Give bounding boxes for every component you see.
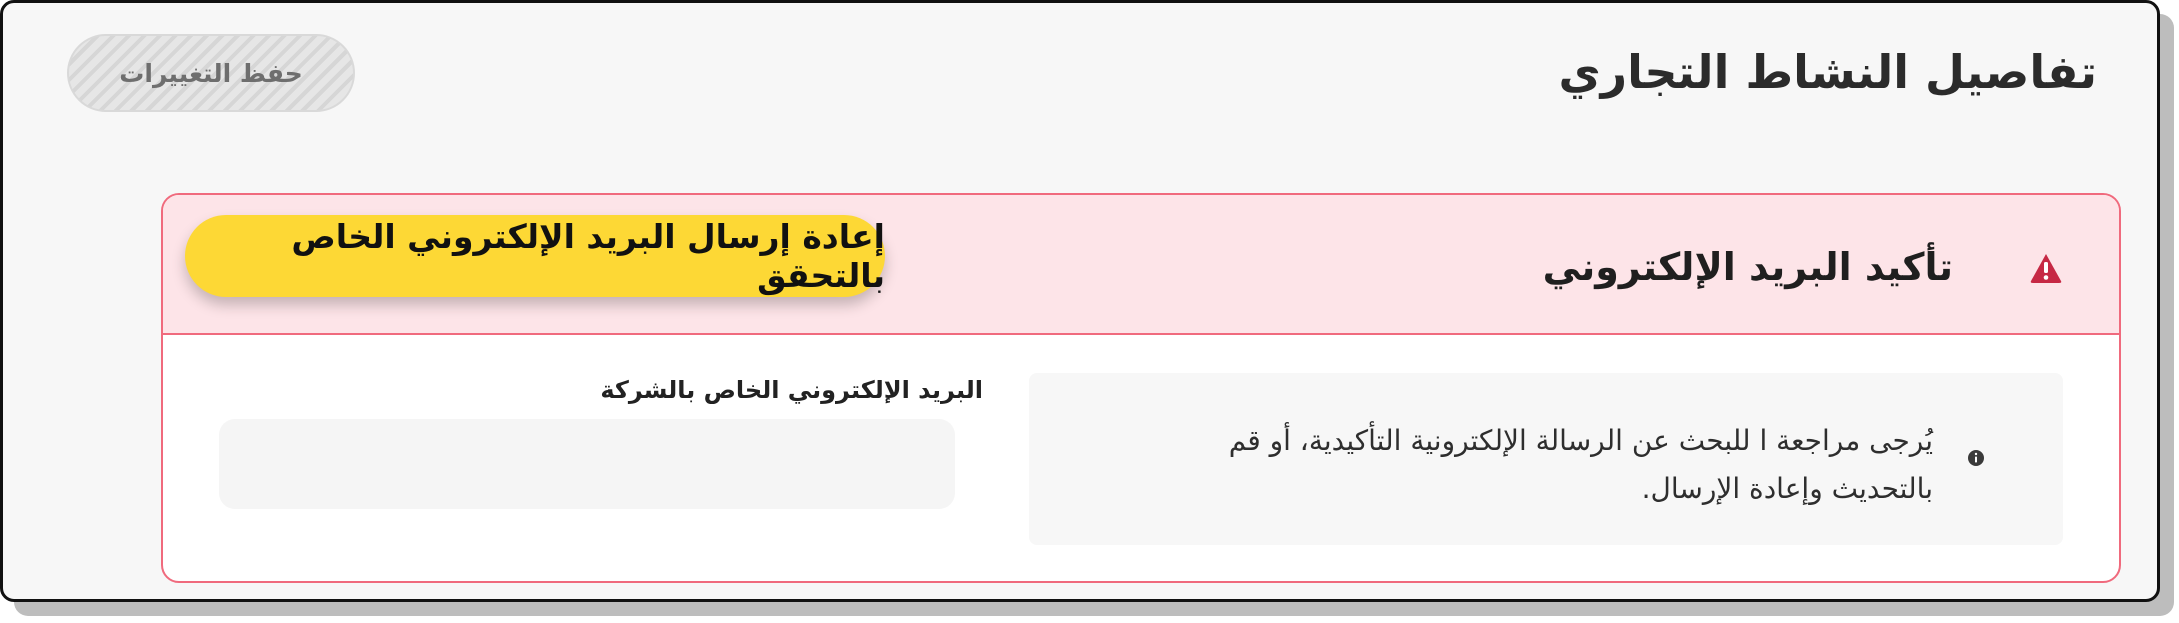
info-circle-icon	[1968, 450, 1984, 466]
app-frame: تفاصيل النشاط التجاري حفظ التغييرات تأكي…	[0, 0, 2160, 602]
company-email-label: البريد الإلكتروني الخاص بالشركة	[600, 376, 983, 404]
save-changes-button[interactable]: حفظ التغييرات	[67, 34, 355, 112]
info-message-box: يُرجى مراجعة ا للبحث عن الرسالة الإلكترو…	[1029, 373, 2063, 545]
company-email-input[interactable]	[219, 419, 955, 509]
resend-verification-email-button[interactable]: إعادة إرسال البريد الإلكتروني الخاص بالت…	[185, 215, 885, 297]
email-verification-card: تأكيد البريد الإلكتروني إعادة إرسال البر…	[161, 193, 2121, 583]
info-message-text: يُرجى مراجعة ا للبحث عن الرسالة الإلكترو…	[1228, 424, 1933, 505]
email-verification-title: تأكيد البريد الإلكتروني	[1542, 245, 1953, 289]
email-verification-header: تأكيد البريد الإلكتروني إعادة إرسال البر…	[163, 195, 2119, 335]
page-title: تفاصيل النشاط التجاري	[1558, 45, 2097, 99]
warning-triangle-icon	[2030, 254, 2062, 283]
